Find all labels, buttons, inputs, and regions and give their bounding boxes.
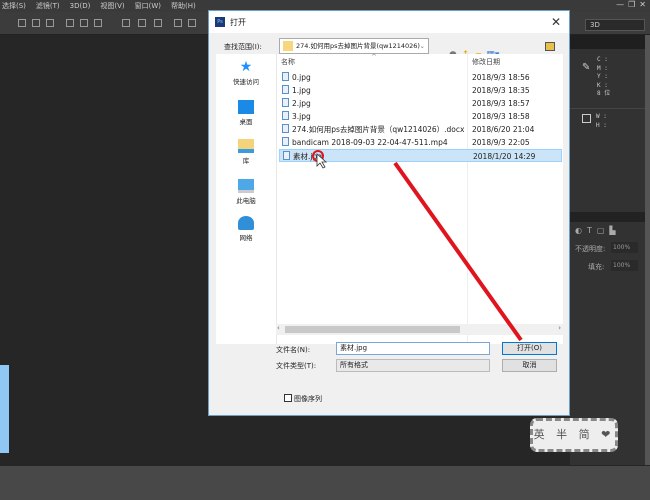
annotation-arrow-line (393, 161, 523, 342)
cursor-icon (316, 153, 328, 169)
ime-status-bar[interactable]: 英 半 简 ❤ (530, 418, 618, 452)
